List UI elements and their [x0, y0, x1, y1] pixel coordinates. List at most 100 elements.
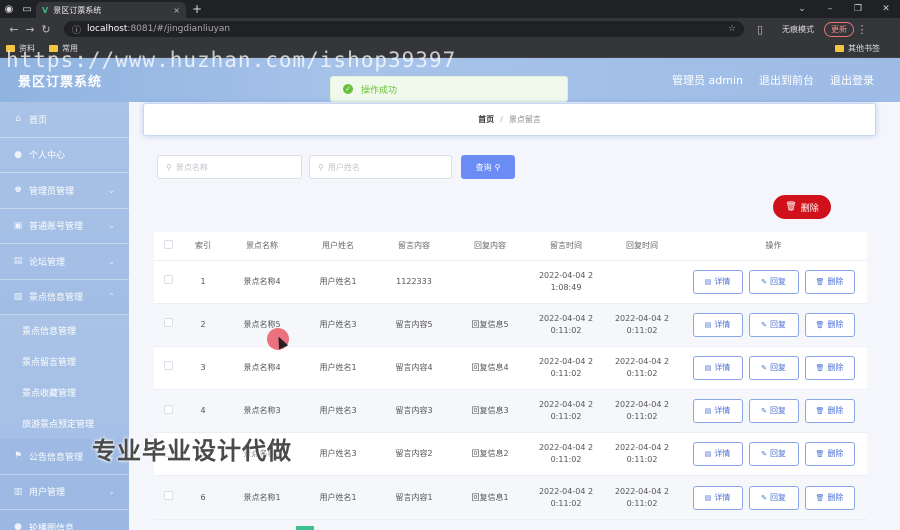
row-checkbox-cell[interactable]	[154, 260, 182, 304]
sidebar: ⌂ 首页 ● 个人中心 ♚ 管理员管理 ⌄ ▣ 普通账号管理 ⌄ ▤ 论坛管理 ⌄ ▧ 景点信息管…	[0, 102, 129, 530]
sidebar-item-home[interactable]: ⌂ 首页	[0, 102, 129, 138]
cell-user: 用户姓名3	[300, 389, 376, 434]
breadcrumb: 首页 / 景点留言	[143, 103, 876, 136]
detail-button[interactable]: ▤ 详情	[692, 399, 743, 424]
row-checkbox[interactable]	[163, 275, 173, 285]
reply-button[interactable]: ✎ 回复	[748, 312, 799, 337]
pagination-indicator[interactable]	[296, 526, 314, 530]
tab-close-icon[interactable]: ×	[173, 6, 180, 15]
trash-icon: 🗑	[815, 407, 825, 416]
reply-button[interactable]: ✎ 回复	[748, 269, 799, 294]
detail-button[interactable]: ▤ 详情	[692, 355, 743, 380]
bookmark-folder-1[interactable]: 资料	[6, 43, 35, 54]
user-manage-icon: ▥	[13, 486, 23, 497]
browser-menu-icon[interactable]: ◉	[0, 0, 18, 18]
select-all-checkbox-cell[interactable]	[154, 232, 182, 261]
user-name-input[interactable]	[327, 162, 438, 172]
row-checkbox[interactable]	[163, 404, 173, 414]
sidebar-item-accounts[interactable]: ▣ 普通账号管理 ⌄	[0, 209, 129, 244]
browser-tab[interactable]: V 景区订票系统 ×	[36, 2, 186, 18]
reload-icon[interactable]: ↻	[38, 23, 54, 36]
sidebar-item-forum[interactable]: ▤ 论坛管理 ⌄	[0, 244, 129, 280]
col-time: 留言时间	[528, 232, 604, 261]
sidebar-item-notice[interactable]: ⚑ 公告信息管理 ⌄	[0, 439, 129, 475]
row-checkbox[interactable]	[163, 491, 173, 501]
reply-button[interactable]: ✎ 回复	[748, 399, 799, 424]
query-button[interactable]: 查询 ⚲	[461, 155, 515, 179]
detail-button[interactable]: ▤ 详情	[692, 269, 743, 294]
row-checkbox-cell[interactable]	[154, 303, 182, 347]
row-checkbox-cell[interactable]	[154, 346, 182, 391]
delete-button[interactable]: 🗑 删除	[804, 485, 855, 510]
delete-button[interactable]: 🗑 删除	[804, 269, 855, 294]
new-tab-icon[interactable]: +	[192, 2, 202, 16]
row-checkbox[interactable]	[163, 361, 173, 371]
cell-ops: ▤ 详情 ✎ 回复 🗑 删除	[680, 432, 867, 477]
submenu-item-scenic-messages[interactable]: 景点留言管理	[0, 346, 129, 377]
user-icon: ●	[14, 149, 22, 160]
bookmark-folder-2[interactable]: 常用	[49, 43, 78, 54]
detail-button[interactable]: ▤ 详情	[692, 442, 743, 467]
col-ops: 操作	[680, 232, 867, 261]
cell-content: 1122333	[376, 260, 452, 304]
row-checkbox-cell[interactable]	[154, 432, 182, 477]
submenu-item-scenic-favorites[interactable]: 景点收藏管理	[0, 377, 129, 408]
submenu-item-scenic-info[interactable]: 景点信息管理	[0, 315, 129, 346]
row-checkbox[interactable]	[163, 447, 173, 457]
row-checkbox-cell[interactable]	[154, 389, 182, 434]
tab-list-icon[interactable]: ▭	[18, 0, 36, 18]
reply-button[interactable]: ✎ 回复	[748, 485, 799, 510]
delete-button[interactable]: 🗑 删除	[804, 312, 855, 337]
spot-name-input[interactable]	[175, 162, 286, 172]
search-icon: ⚲	[494, 162, 501, 172]
detail-icon: ▤	[704, 450, 712, 459]
reply-button[interactable]: ✎ 回复	[748, 442, 799, 467]
back-to-front-link[interactable]: 退出到前台	[759, 72, 814, 88]
user-name-search[interactable]: ⚲	[309, 155, 452, 179]
toast-text: 操作成功	[361, 85, 398, 96]
sidebar-item-admin[interactable]: ♚ 管理员管理 ⌄	[0, 173, 129, 209]
cell-index: 4	[182, 389, 224, 434]
back-icon[interactable]: ←	[6, 23, 22, 36]
check-circle-icon: ✓	[343, 84, 353, 94]
cell-reply: 回复信息3	[452, 389, 528, 434]
delete-button[interactable]: 🗑 删除	[804, 355, 855, 380]
bookmark-star-icon[interactable]: ☆	[728, 24, 736, 34]
minimize-icon[interactable]: –	[816, 4, 844, 14]
browser-more-icon[interactable]: ⋮	[854, 23, 870, 36]
window-dropdown-icon[interactable]: ⌄	[788, 4, 816, 14]
row-checkbox[interactable]	[163, 318, 173, 328]
url-input[interactable]: ⓘ localhost :8081/#/jingdianliuyan ☆	[64, 21, 744, 37]
table-row: 4 景点名称3 用户姓名3 留言内容3 回复信息3 2022-04-04 2 0:11:0…	[154, 389, 867, 434]
other-bookmarks[interactable]: 其他书签	[835, 43, 880, 54]
detail-button[interactable]: ▤ 详情	[692, 312, 743, 337]
sidebar-item-carousel[interactable]: ● 轮播图信息	[0, 510, 129, 530]
row-checkbox-cell[interactable]	[154, 475, 182, 520]
forward-icon[interactable]: →	[22, 23, 38, 36]
reply-button[interactable]: ✎ 回复	[748, 355, 799, 380]
cell-reply-time	[604, 260, 680, 304]
restore-icon[interactable]: ❐	[844, 4, 872, 14]
trash-icon: 🗑	[815, 363, 825, 372]
incognito-label[interactable]: 无痕模式	[782, 24, 814, 35]
batch-delete-button[interactable]: 🗑 删除	[773, 195, 831, 219]
detail-button[interactable]: ▤ 详情	[692, 485, 743, 510]
sidebar-item-users[interactable]: ▥ 用户管理 ⌄	[0, 475, 129, 510]
table-row: 1 景点名称4 用户姓名1 1122333 2022-04-04 2 1:08:49 ▤ 详…	[154, 260, 867, 304]
sidebar-item-scenic[interactable]: ▧ 景点信息管理 ⌃	[0, 280, 129, 315]
sidebar-item-profile[interactable]: ● 个人中心	[0, 138, 129, 173]
breadcrumb-home[interactable]: 首页	[478, 114, 494, 125]
sidebar-panel-icon[interactable]: ▯	[752, 23, 768, 36]
select-all-checkbox[interactable]	[163, 240, 173, 250]
delete-button[interactable]: 🗑 删除	[804, 442, 855, 467]
delete-button[interactable]: 🗑 删除	[804, 399, 855, 424]
window-close-icon[interactable]: ✕	[872, 4, 900, 14]
logout-link[interactable]: 退出登录	[830, 72, 874, 88]
update-button[interactable]: 更新	[824, 21, 854, 37]
site-info-icon[interactable]: ⓘ	[72, 23, 81, 36]
spot-name-search[interactable]: ⚲	[157, 155, 302, 179]
address-toolbar: ← → ↻ ⓘ localhost :8081/#/jingdianliuyan…	[0, 18, 900, 40]
submenu-item-booking[interactable]: 旅游景点预定管理	[0, 408, 129, 439]
cell-ops: ▤ 详情 ✎ 回复 🗑 删除	[680, 346, 867, 391]
detail-icon: ▤	[704, 320, 712, 329]
